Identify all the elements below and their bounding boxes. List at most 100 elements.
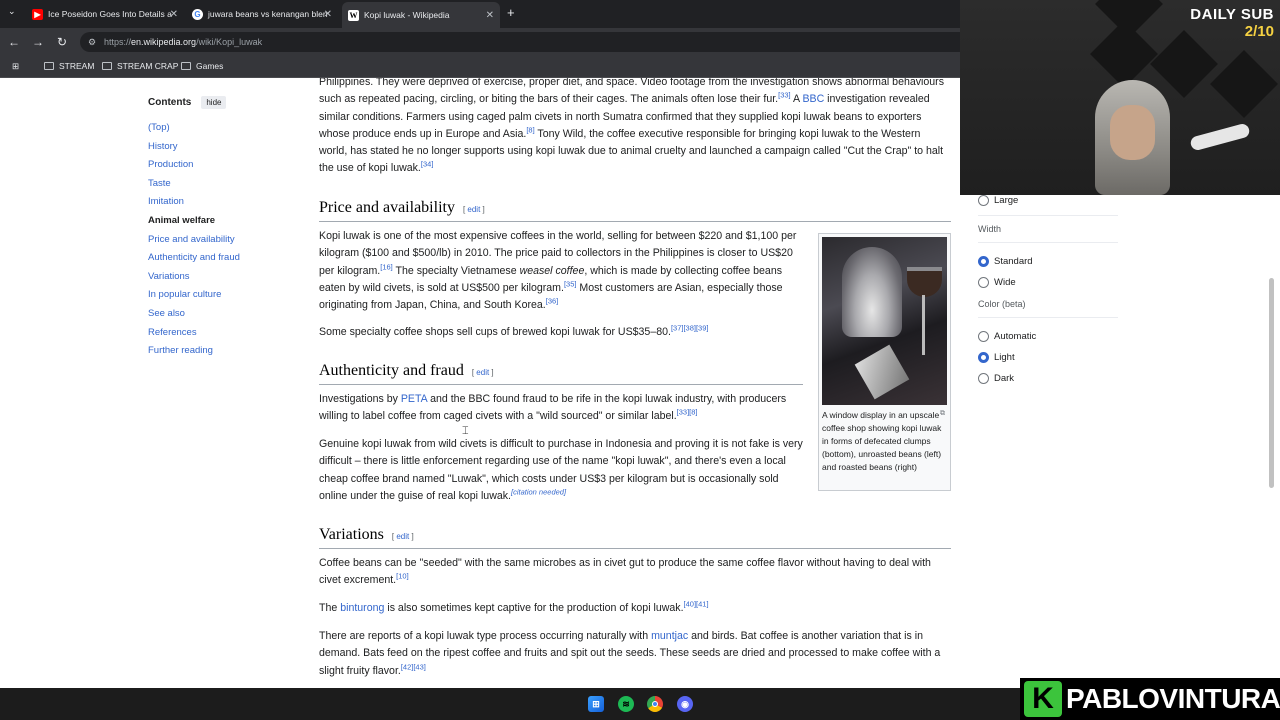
toc-item-see-also[interactable]: See also xyxy=(148,305,298,324)
heading-price: Price and availability [ edit ] xyxy=(319,199,485,217)
url-path: /wiki/Kopi_luwak xyxy=(196,37,263,47)
citation[interactable]: [8] xyxy=(526,125,534,134)
toc-hide-button[interactable]: hide xyxy=(201,96,227,109)
auth-paragraph-2: Genuine kopi luwak from wild civets is d… xyxy=(319,436,804,505)
toc-item-further-reading[interactable]: Further reading xyxy=(148,342,298,361)
spotify-icon[interactable]: ≋ xyxy=(618,696,634,712)
radio-width-standard[interactable]: Standard xyxy=(978,251,1128,272)
radio-label: Wide xyxy=(994,277,1016,288)
url-input[interactable]: ⚙ https://en.wikipedia.org/wiki/Kopi_luw… xyxy=(80,32,960,52)
windows-start-icon[interactable]: ⊞ xyxy=(588,696,604,712)
back-arrow-icon[interactable]: ← xyxy=(6,34,22,50)
citation[interactable]: [16] xyxy=(380,262,393,271)
close-icon[interactable]: ✕ xyxy=(324,9,332,20)
color-label: Color (beta) xyxy=(978,299,1026,309)
apps-grid-icon[interactable]: ⊞ xyxy=(12,61,19,72)
toc-item-price[interactable]: Price and availability xyxy=(148,231,298,250)
link-peta[interactable]: PETA xyxy=(401,393,427,405)
toc-item-taste[interactable]: Taste xyxy=(148,175,298,194)
variations-paragraph-3: There are reports of a kopi luwak type p… xyxy=(319,628,951,680)
folder-icon xyxy=(102,62,112,70)
tab-search-icon[interactable]: ⌄ xyxy=(8,6,16,17)
text-run: Coffee beans can be "seeded" with the sa… xyxy=(319,557,931,587)
radio-color-light[interactable]: Light xyxy=(978,347,1128,368)
citation[interactable]: [33] xyxy=(778,91,791,100)
heading-rule xyxy=(319,548,951,549)
address-bar-row: ← → ↻ ⚙ https://en.wikipedia.org/wiki/Ko… xyxy=(0,28,960,56)
streamer-face xyxy=(1110,105,1155,160)
citation[interactable]: [42][43] xyxy=(401,662,426,671)
price-paragraph-1: Kopi luwak is one of the most expensive … xyxy=(319,228,804,314)
reload-icon[interactable]: ↻ xyxy=(54,34,70,50)
wall-panel xyxy=(1095,0,1163,38)
toc-item-production[interactable]: Production xyxy=(148,156,298,175)
citation[interactable]: [35] xyxy=(564,279,577,288)
citation[interactable]: [37][38][39] xyxy=(671,323,709,332)
edit-link[interactable]: edit xyxy=(467,205,480,214)
radio-label: Automatic xyxy=(994,331,1037,342)
citation[interactable]: [33][8] xyxy=(677,408,698,417)
bookmark-stream-crap[interactable]: STREAM CRAP xyxy=(102,61,178,71)
variations-paragraph-1: Coffee beans can be "seeded" with the sa… xyxy=(319,555,951,590)
toc-item-animal-welfare[interactable]: Animal welfare xyxy=(148,212,298,231)
coffee-display-image[interactable] xyxy=(822,237,947,405)
close-icon[interactable]: ✕ xyxy=(486,10,494,21)
citation[interactable]: [10] xyxy=(396,572,409,581)
edit-section[interactable]: [ edit ] xyxy=(472,368,494,377)
citation[interactable]: [40][41] xyxy=(684,599,709,608)
link-bbc[interactable]: BBC xyxy=(802,93,824,105)
folder-icon xyxy=(44,62,54,70)
radio-width-wide[interactable]: Wide xyxy=(978,272,1128,293)
tab-2[interactable]: G juwara beans vs kenangan blen ✕ xyxy=(186,4,338,24)
image-stem xyxy=(922,295,925,355)
radio-color-dark[interactable]: Dark xyxy=(978,368,1128,389)
radio-color-automatic[interactable]: Automatic xyxy=(978,326,1128,347)
table-of-contents: Contents hide (Top) History Production T… xyxy=(148,96,298,361)
heading-authenticity: Authenticity and fraud [ edit ] xyxy=(319,362,494,380)
citation[interactable]: [34] xyxy=(421,160,434,169)
edit-section[interactable]: [ edit ] xyxy=(392,532,414,541)
youtube-icon: ▶ xyxy=(32,8,43,20)
enlarge-icon[interactable]: ⧉ xyxy=(940,407,945,420)
chrome-icon[interactable] xyxy=(647,696,663,712)
bookmark-stream[interactable]: STREAM xyxy=(44,61,94,71)
radio-label: Large xyxy=(994,195,1019,206)
edit-link[interactable]: edit xyxy=(476,368,489,377)
toc-item-variations[interactable]: Variations xyxy=(148,268,298,287)
radio-label: Light xyxy=(994,352,1015,363)
link-binturong[interactable]: binturong xyxy=(340,602,384,614)
citation[interactable]: [36] xyxy=(546,297,559,306)
heading-rule xyxy=(319,384,803,385)
close-icon[interactable]: ✕ xyxy=(170,9,178,20)
forward-arrow-icon[interactable]: → xyxy=(30,34,46,50)
toc-item-popular-culture[interactable]: In popular culture xyxy=(148,286,298,305)
toc-item-imitation[interactable]: Imitation xyxy=(148,193,298,212)
image-caption: ⧉ A window display in an upscale coffee … xyxy=(822,409,947,474)
page-scrollbar[interactable] xyxy=(1269,278,1274,488)
browser-tab-bar: ⌄ ▶ Ice Poseidon Goes Into Details a ✕ G… xyxy=(0,0,960,28)
site-info-icon[interactable]: ⚙ xyxy=(88,37,96,48)
tab-1[interactable]: ▶ Ice Poseidon Goes Into Details a ✕ xyxy=(26,4,184,24)
toc-item-authenticity[interactable]: Authenticity and fraud xyxy=(148,249,298,268)
radio-icon xyxy=(978,195,989,206)
radio-label: Standard xyxy=(994,256,1033,267)
appearance-panel: Large Width Standard Wide Color (beta) A… xyxy=(978,190,1128,389)
image-bag xyxy=(854,344,910,400)
discord-icon[interactable]: ◉ xyxy=(677,696,693,712)
bookmark-label: STREAM xyxy=(59,61,95,71)
text-run: The specialty Vietnamese xyxy=(392,264,520,277)
link-muntjac[interactable]: muntjac xyxy=(651,630,688,642)
citation-needed[interactable]: [citation needed] xyxy=(511,487,566,496)
wikipedia-icon: W xyxy=(348,9,359,21)
caption-text: A window display in an upscale coffee sh… xyxy=(822,410,942,472)
bookmark-games[interactable]: Games xyxy=(181,61,223,71)
heading-variations: Variations [ edit ] xyxy=(319,526,414,544)
toc-item-history[interactable]: History xyxy=(148,138,298,157)
toc-item-references[interactable]: References xyxy=(148,324,298,343)
new-tab-button[interactable]: + xyxy=(507,5,515,20)
toc-item-top[interactable]: (Top) xyxy=(148,119,298,138)
bookmark-label: Games xyxy=(196,61,224,71)
tab-3-active[interactable]: W Kopi luwak - Wikipedia ✕ xyxy=(342,2,500,28)
edit-link[interactable]: edit xyxy=(396,532,409,541)
edit-section[interactable]: [ edit ] xyxy=(463,205,485,214)
